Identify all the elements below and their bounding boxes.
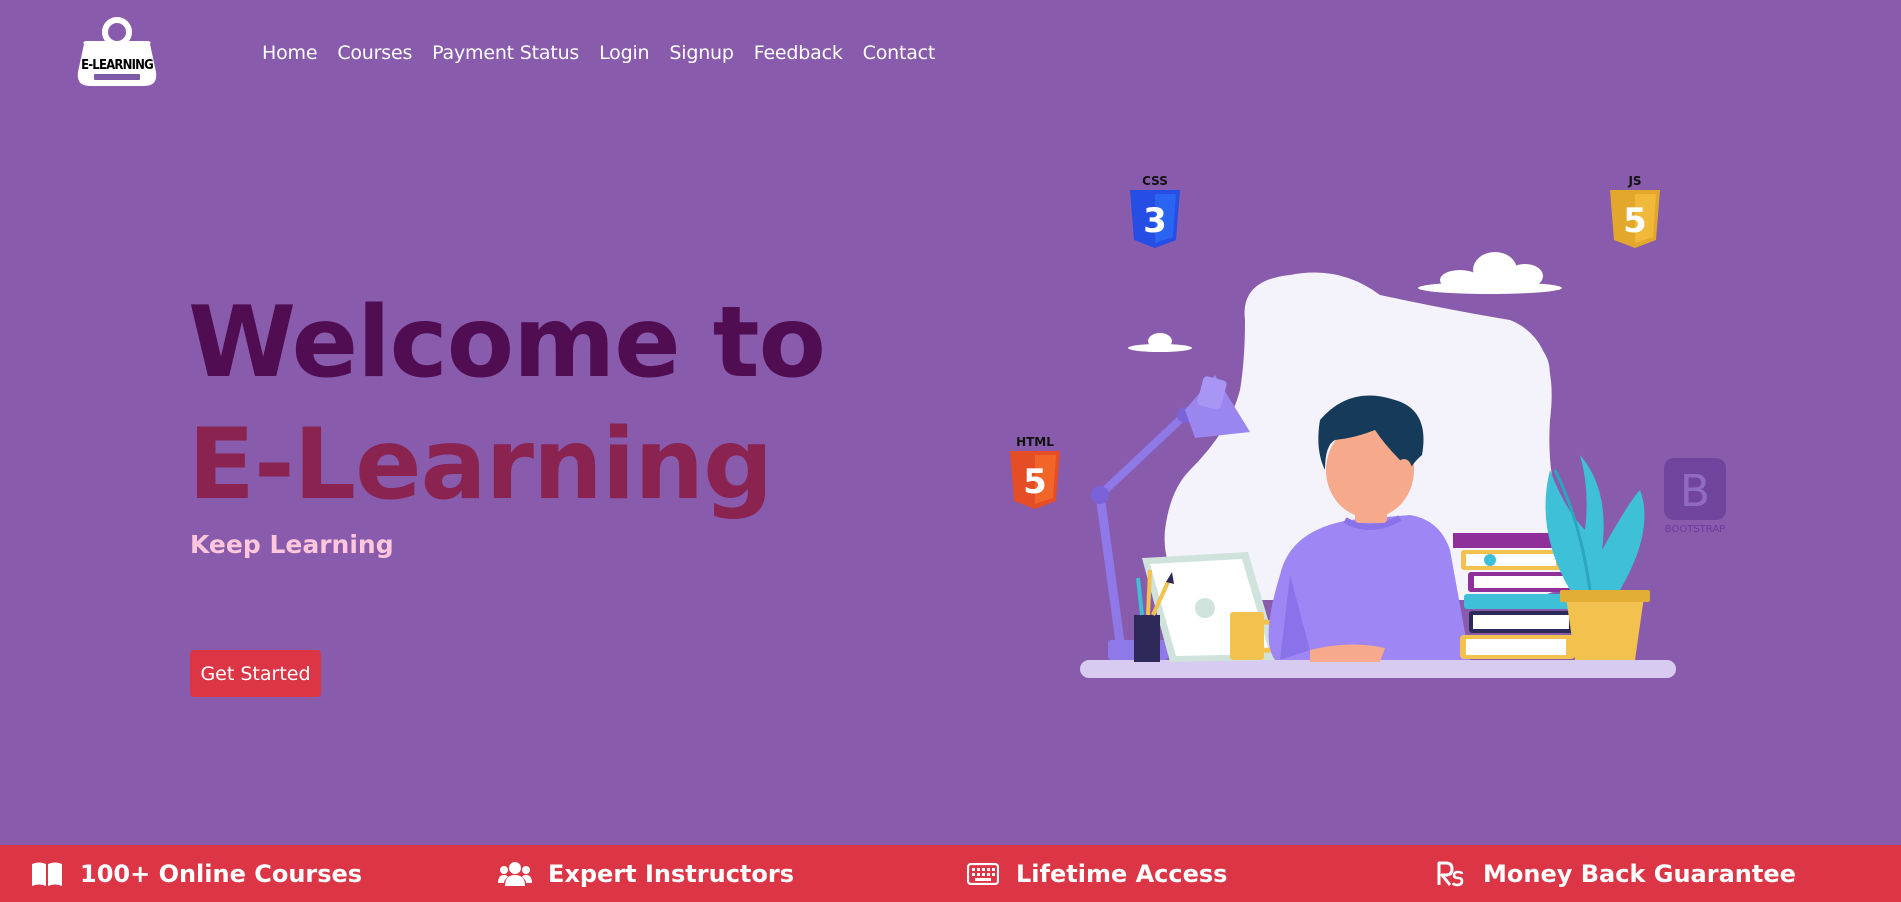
svg-text:JS: JS: [1627, 174, 1641, 188]
css3-badge-icon: CSS 3: [1130, 174, 1180, 248]
svg-text:5: 5: [1623, 201, 1647, 241]
nav-courses[interactable]: Courses: [337, 42, 412, 64]
users-icon: [498, 857, 532, 891]
feature-lifetime-access: Lifetime Access: [966, 845, 1227, 902]
svg-text:BOOTSTRAP: BOOTSTRAP: [1665, 524, 1725, 535]
svg-text:CSS: CSS: [1142, 174, 1168, 188]
feature-expert-instructors: Expert Instructors: [498, 845, 794, 902]
hero-title-line1: Welcome to: [188, 286, 826, 400]
feature-label: Expert Instructors: [548, 859, 794, 888]
nav-signup[interactable]: Signup: [669, 42, 734, 64]
feature-money-back: Money Back Guarantee: [1433, 845, 1796, 902]
nav-home[interactable]: Home: [262, 42, 318, 64]
svg-text:HTML: HTML: [1016, 435, 1054, 449]
logo-text: E-LEARNING: [81, 58, 153, 73]
svg-text:3: 3: [1143, 201, 1167, 241]
svg-text:B: B: [1680, 466, 1710, 517]
keyboard-icon: [966, 857, 1000, 891]
svg-text:5: 5: [1023, 462, 1047, 502]
nav-contact[interactable]: Contact: [863, 42, 936, 64]
feature-online-courses: 100+ Online Courses: [30, 845, 362, 902]
get-started-button[interactable]: Get Started: [190, 650, 321, 697]
feature-label: Lifetime Access: [1016, 859, 1228, 888]
html5-badge-icon: HTML 5: [1010, 435, 1060, 509]
rupee-icon: [1433, 857, 1467, 891]
feature-label: 100+ Online Courses: [80, 859, 363, 888]
nav-feedback[interactable]: Feedback: [754, 42, 843, 64]
hero-title-line2: E-Learning: [188, 408, 773, 522]
features-bar: 100+ Online Courses Expert Instructors L…: [0, 845, 1901, 902]
main-nav: Home Courses Payment Status Login Signup…: [262, 42, 935, 64]
hero-illustration: CSS 3 JS 5 HTML 5 B BOOTSTRAP: [1010, 174, 1726, 678]
js-badge-icon: JS 5: [1610, 174, 1660, 248]
hero-subtitle: Keep Learning: [190, 530, 394, 559]
desk: [1080, 660, 1676, 678]
nav-payment-status[interactable]: Payment Status: [432, 42, 579, 64]
feature-label: Money Back Guarantee: [1483, 859, 1796, 888]
bootstrap-badge-icon: B BOOTSTRAP: [1664, 458, 1726, 535]
book-icon: [30, 857, 64, 891]
nav-login[interactable]: Login: [599, 42, 649, 64]
site-logo[interactable]: E-LEARNING: [74, 14, 160, 90]
